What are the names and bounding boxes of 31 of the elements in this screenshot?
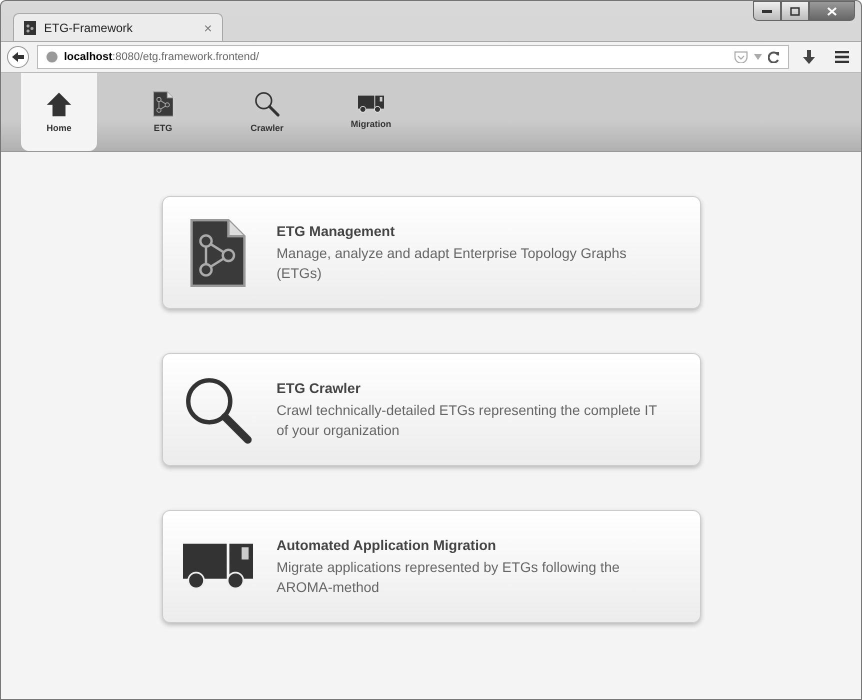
maximize-icon [790, 6, 800, 16]
feature-card[interactable]: ETG Crawler Crawl technically-detailed ETGs representing the complete IT of your organization [162, 353, 700, 466]
address-bar[interactable]: localhost:8080/etg.framework.frontend/ [37, 45, 789, 69]
nav-tab[interactable]: Home [21, 73, 97, 151]
menu-icon [835, 51, 849, 63]
card-description: Crawl technically-detailed ETGs representing the complete IT of your organization [276, 400, 658, 440]
feature-card[interactable]: Automated Application Migration Migrate applications represented by ETGs following the AROMA-method [162, 510, 700, 623]
feature-card[interactable]: ETG Management Manage, analyze and adapt Enterprise Topology Graphs (ETGs) [162, 196, 700, 309]
card-title: Automated Application Migration [276, 536, 498, 552]
close-icon [827, 6, 837, 16]
download-icon [803, 50, 815, 64]
maximize-button[interactable] [781, 1, 809, 21]
home-icon [46, 91, 72, 117]
browser-tab[interactable]: ETG-Framework × [13, 13, 223, 41]
card-title: ETG Management [276, 222, 396, 238]
reload-icon[interactable] [768, 51, 780, 63]
close-button[interactable] [809, 1, 855, 21]
tab-close-button[interactable]: × [204, 20, 212, 36]
tab-title: ETG-Framework [44, 20, 134, 34]
search-icon [254, 91, 280, 117]
card-description: Manage, analyze and adapt Enterprise Topology Graphs (ETGs) [276, 244, 628, 282]
nav-tab[interactable]: Crawler [229, 73, 305, 151]
back-button[interactable] [7, 46, 29, 68]
minimize-icon [762, 9, 772, 13]
nav-tab[interactable]: Migration [333, 73, 409, 151]
back-arrow-icon [12, 52, 24, 62]
minimize-button[interactable] [753, 1, 781, 21]
card-title: ETG Crawler [276, 380, 362, 396]
card-description: Migrate applications represented by ETGs following the AROMA-method [276, 558, 621, 596]
nav-tab[interactable]: ETG [125, 73, 201, 151]
truck-icon [358, 94, 384, 114]
